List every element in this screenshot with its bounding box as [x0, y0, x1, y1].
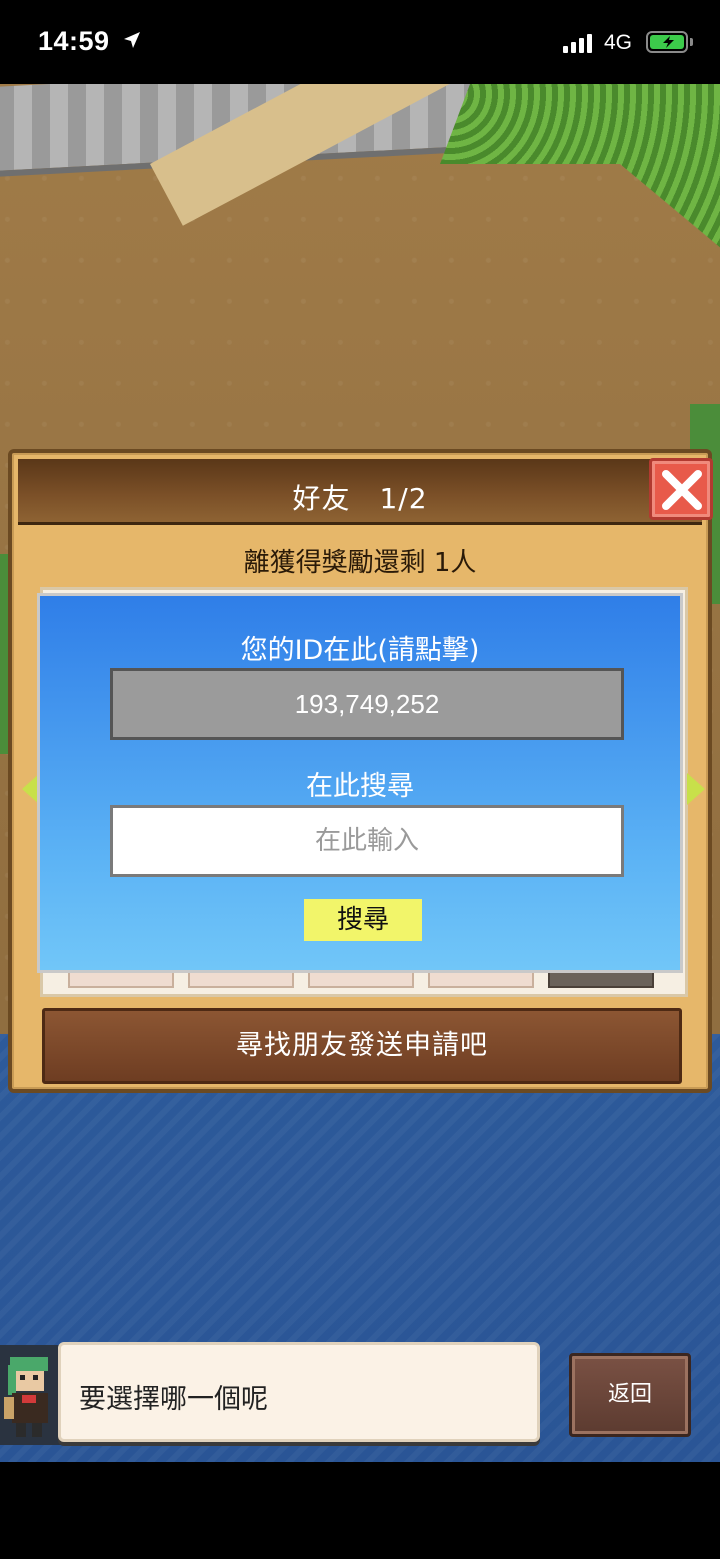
status-bar: 14:59 4G [0, 0, 720, 84]
id-label: 您的ID在此(請點擊) [240, 635, 480, 666]
back-button[interactable]: 返回 [569, 1353, 691, 1437]
bottom-bar [0, 1462, 720, 1559]
send-request-button[interactable]: 尋找朋友發送申請吧 [42, 1008, 682, 1084]
battery-cap [690, 38, 693, 46]
panel-header: 好友 1/2 [18, 459, 702, 525]
character-avatar [0, 1345, 62, 1445]
panel-title: 好友 1/2 [292, 482, 428, 515]
speech-bubble: 要選擇哪一個呢 [58, 1342, 540, 1442]
battery-charging-icon [646, 31, 688, 53]
user-id-box[interactable]: 193,749,252 [110, 668, 624, 740]
reward-remaining-text: 離獲得獎勵還剩 1人 [243, 548, 477, 578]
status-time: 14:59 [38, 26, 110, 56]
close-button[interactable] [649, 458, 713, 520]
cellular-signal-icon [563, 33, 592, 53]
close-icon [662, 470, 702, 510]
network-type: 4G [604, 31, 633, 54]
search-label: 在此搜尋 [306, 771, 414, 802]
location-arrow-icon [124, 32, 140, 48]
search-button[interactable]: 搜尋 [304, 899, 422, 941]
search-input[interactable]: 在此輸入 [110, 805, 624, 877]
id-search-dialog: 您的ID在此(請點擊) 193,749,252 在此搜尋 在此輸入 搜尋 [37, 593, 683, 973]
speech-text: 要選擇哪一個呢 [79, 1384, 268, 1415]
next-page-arrow-icon[interactable] [687, 773, 705, 805]
